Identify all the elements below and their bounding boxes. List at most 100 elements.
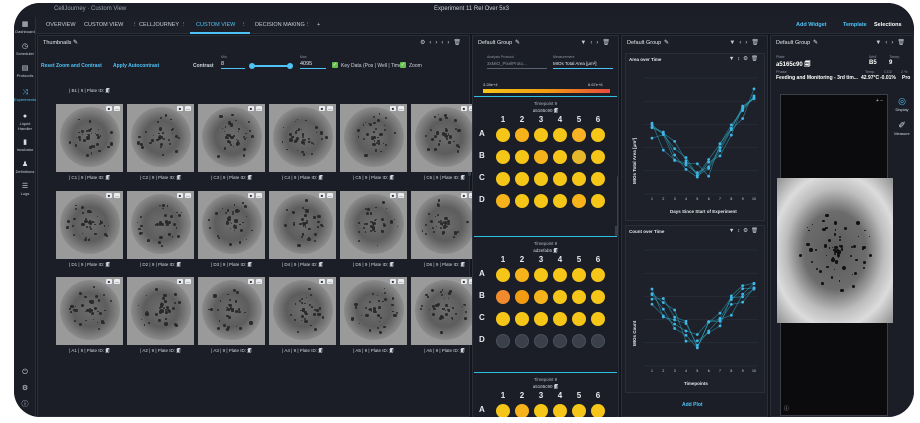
data-point[interactable] <box>661 297 665 300</box>
plate-well[interactable] <box>572 404 586 417</box>
data-point[interactable] <box>673 308 677 312</box>
plate-well[interactable] <box>553 334 567 348</box>
data-point[interactable] <box>650 123 654 127</box>
plate-well[interactable] <box>496 172 510 186</box>
data-point[interactable] <box>650 136 654 140</box>
data-point[interactable] <box>718 324 722 328</box>
data-point[interactable] <box>695 174 699 177</box>
plate-well[interactable] <box>572 150 586 164</box>
data-point[interactable] <box>729 294 733 298</box>
plate-well[interactable] <box>591 404 605 417</box>
edit-icon[interactable]: ✎ <box>515 39 520 46</box>
data-point[interactable] <box>718 142 722 146</box>
tile-select-button[interactable]: ■ <box>106 106 112 111</box>
display-tool[interactable]: ◎ Display <box>892 96 912 112</box>
thumbnail-image[interactable]: ■— <box>411 277 478 345</box>
thumbnail-tile[interactable]: ■ — | D2 | 9 | Plate ID: 🗐 <box>127 183 194 267</box>
data-point[interactable] <box>741 284 745 288</box>
tile-remove-button[interactable]: — <box>398 279 404 284</box>
plate-well[interactable] <box>534 150 548 164</box>
data-point[interactable] <box>741 300 745 304</box>
plate-well[interactable] <box>534 334 548 348</box>
filter-icon[interactable]: ▼ <box>875 40 885 46</box>
plate-well[interactable] <box>515 268 529 282</box>
info-button[interactable]: ⓘ <box>14 401 36 409</box>
gear-icon[interactable]: ⚙ <box>743 228 751 234</box>
data-point[interactable] <box>729 313 733 317</box>
contrast-max-handle[interactable] <box>287 63 293 69</box>
nav-incubator[interactable]: ▮ Incubator <box>14 139 36 152</box>
tile-remove-button[interactable]: — <box>256 106 262 111</box>
tab-overview[interactable]: OVERVIEW <box>46 22 76 28</box>
plate-well[interactable] <box>534 312 548 326</box>
tile-select-button[interactable]: ■ <box>461 106 467 111</box>
tile-select-button[interactable]: ■ <box>319 106 325 111</box>
data-point[interactable] <box>684 156 688 159</box>
tab-celljourney[interactable]: CELLJOURNEY <box>139 22 179 28</box>
plate-well[interactable] <box>553 312 567 326</box>
trash-icon[interactable]: 🗑 <box>751 56 761 62</box>
plate-well[interactable] <box>591 290 605 304</box>
analysis-protocol-select[interactable]: Analysis Protocol 3xMiO_PixelProto... <box>487 55 547 69</box>
plate-card[interactable]: Timepoint 9 ad2efab5 🗐 1 2 3 4 5 6 A B C D <box>474 236 617 366</box>
plate-well[interactable] <box>515 172 529 186</box>
thumbnail-tile[interactable]: ■ — | A4 | 9 | Plate ID: 🗐 <box>269 269 336 353</box>
thumbnail-tile[interactable]: ■ — | C4 | 9 | Plate ID: 🗐 <box>269 96 336 180</box>
measurement-select[interactable]: Measurement MIOs Total Area [μm²] <box>553 55 613 69</box>
thumbnail-tile[interactable]: ■ — | D3 | 9 | Plate ID: 🗐 <box>198 183 265 267</box>
tile-select-button[interactable]: ■ <box>319 192 325 198</box>
plate-well[interactable] <box>515 150 529 164</box>
edit-icon[interactable]: ✎ <box>664 39 669 46</box>
plate-card[interactable]: Timepoint 9 a5165c90 🗐 1 2 3 4 5 6 A B C D <box>474 96 617 226</box>
thumbnail-tile[interactable]: ■ — | C5 | 9 | Plate ID: 🗐 <box>340 96 407 180</box>
plate-well[interactable] <box>572 172 586 186</box>
nav-experiments[interactable]: ⤨ Experiments <box>14 89 36 102</box>
plate-well[interactable] <box>496 150 510 164</box>
plate-well[interactable] <box>572 290 586 304</box>
data-point[interactable] <box>752 94 756 98</box>
data-point[interactable] <box>650 126 654 130</box>
data-point[interactable] <box>673 322 677 326</box>
edit-icon[interactable]: ✎ <box>813 39 818 46</box>
tile-remove-button[interactable]: — <box>327 106 333 111</box>
tile-select-button[interactable]: ■ <box>177 106 183 111</box>
plate-well[interactable] <box>553 172 567 186</box>
plate-well[interactable] <box>572 334 586 348</box>
tab-custom-view-1[interactable]: CUSTOM VIEW <box>84 22 123 28</box>
tab-custom-view-active[interactable]: CUSTOM VIEW <box>196 22 235 28</box>
thumbnail-image[interactable]: ■— <box>340 277 407 345</box>
plate-well[interactable] <box>496 334 510 348</box>
plate-well[interactable] <box>553 128 567 142</box>
thumbnail-tile[interactable]: ■ — | C2 | 9 | Plate ID: 🗐 <box>127 96 194 180</box>
plate-well[interactable] <box>515 290 529 304</box>
tile-select-button[interactable]: ■ <box>106 192 112 198</box>
gear-icon[interactable]: ⚙ <box>743 56 751 62</box>
plate-well[interactable] <box>553 150 567 164</box>
settings-button[interactable]: ⚙ <box>14 385 36 393</box>
collapse-icon[interactable]: ‹› <box>429 40 441 46</box>
plate-well[interactable] <box>534 404 548 417</box>
thumbnail-tile[interactable]: ■ — | C3 | 9 | Plate ID: 🗐 <box>198 96 265 180</box>
data-point[interactable] <box>650 287 654 291</box>
plate-well[interactable] <box>496 404 510 417</box>
selections-dropdown[interactable]: Selections <box>874 22 902 28</box>
thumbnail-tile[interactable]: ■ — | D5 | 9 | Plate ID: 🗐 <box>340 183 407 267</box>
plate-well[interactable] <box>496 268 510 282</box>
plate-well[interactable] <box>496 194 510 208</box>
edit-icon[interactable]: ✎ <box>73 39 78 46</box>
expand-icon[interactable]: ‹› <box>739 40 751 46</box>
data-point[interactable] <box>695 346 699 350</box>
plate-well[interactable] <box>515 404 529 417</box>
measure-tool[interactable]: ✐ Measure <box>892 120 912 136</box>
thumbnail-image[interactable]: ■— <box>269 277 336 345</box>
plate-well[interactable] <box>553 268 567 282</box>
data-point[interactable] <box>707 320 711 324</box>
data-point[interactable] <box>752 286 756 290</box>
data-point[interactable] <box>673 153 677 157</box>
tile-select-button[interactable]: ■ <box>177 192 183 198</box>
data-point[interactable] <box>684 333 688 337</box>
plate-well[interactable] <box>553 194 567 208</box>
tab-menu-icon[interactable]: ⋮ <box>132 22 138 28</box>
thumbnail-image[interactable]: ■— <box>411 104 478 172</box>
info-icon[interactable]: ⓘ <box>784 405 789 412</box>
